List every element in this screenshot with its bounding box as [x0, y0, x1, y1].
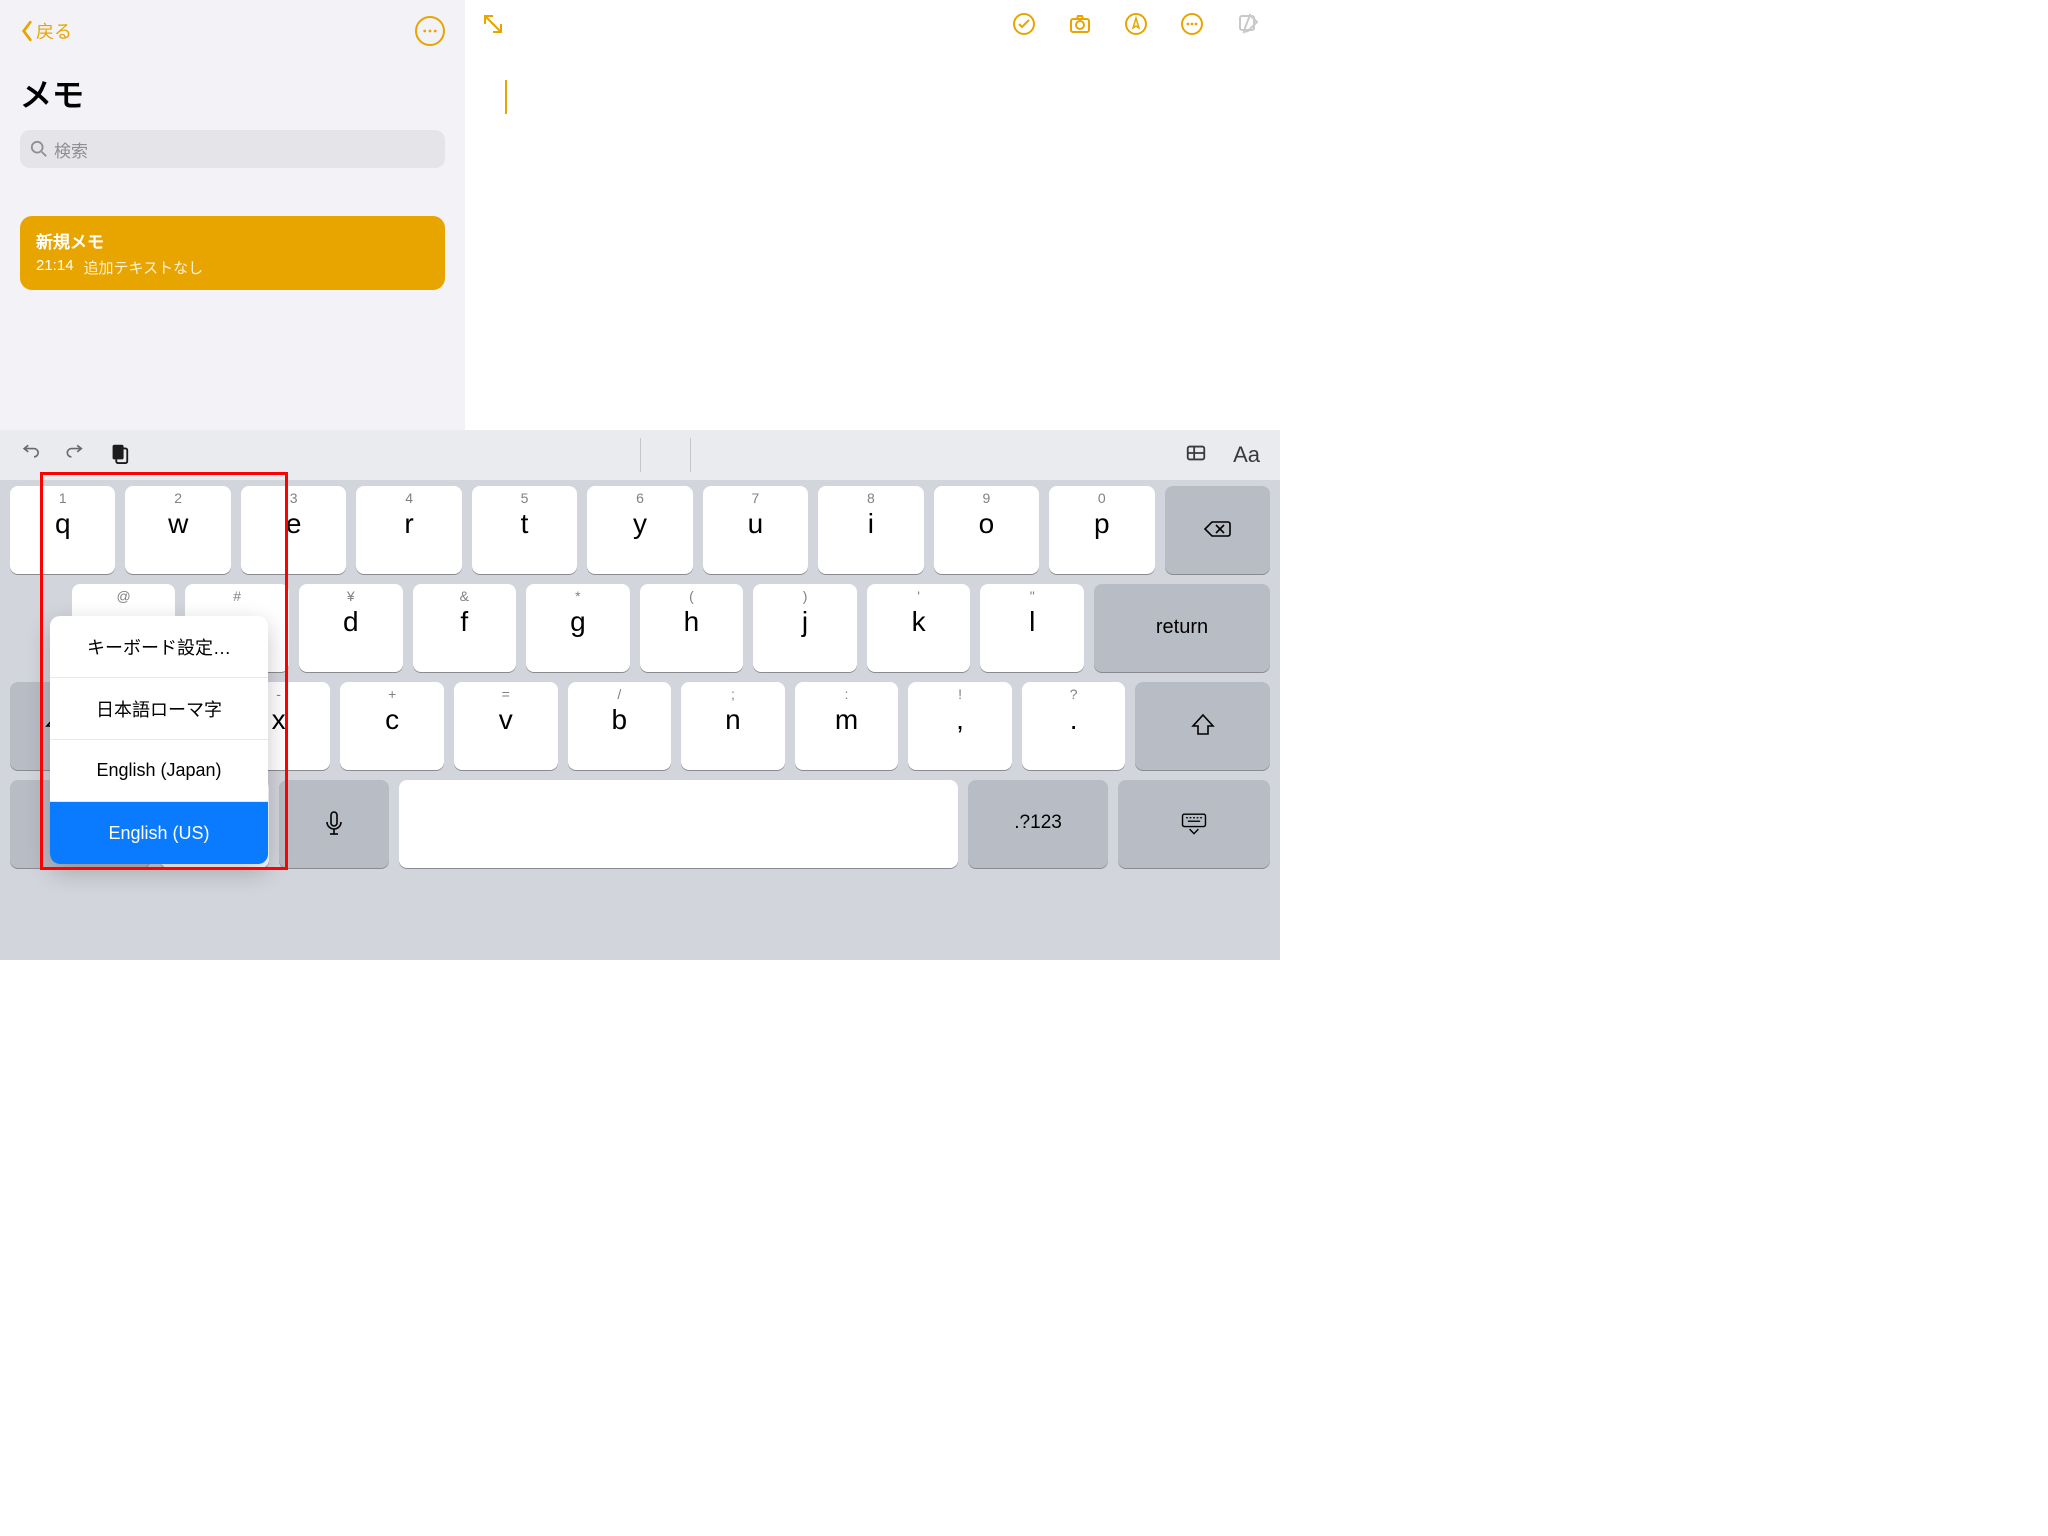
shift-icon — [1188, 710, 1218, 740]
key-q[interactable]: 1q — [10, 486, 115, 574]
sidebar-more-button[interactable] — [415, 16, 445, 46]
key-e[interactable]: 3e — [241, 486, 346, 574]
lang-japanese-romaji-item[interactable]: 日本語ローマ字 — [50, 678, 268, 740]
markup-button[interactable] — [1124, 12, 1148, 41]
table-icon — [1185, 442, 1207, 464]
numbers-key-right[interactable]: .?123 — [968, 780, 1108, 868]
compose-icon — [1236, 12, 1260, 36]
chevron-left-icon — [20, 20, 34, 42]
backspace-icon — [1202, 514, 1232, 544]
back-label: 戻る — [36, 18, 72, 44]
key-d[interactable]: ¥d — [299, 584, 403, 672]
return-key[interactable]: return — [1094, 584, 1270, 672]
redo-icon — [64, 442, 86, 464]
key-u[interactable]: 7u — [703, 486, 808, 574]
key-h[interactable]: (h — [640, 584, 744, 672]
ellipsis-circle-icon — [1180, 12, 1204, 36]
key-v[interactable]: =v — [454, 682, 558, 770]
compose-button[interactable] — [1236, 12, 1260, 41]
backspace-key[interactable] — [1165, 486, 1270, 574]
clipboard-icon — [108, 442, 130, 464]
table-button[interactable] — [1185, 442, 1207, 469]
keyboard-settings-item[interactable]: キーボード設定… — [50, 616, 268, 678]
key-o[interactable]: 9o — [934, 486, 1039, 574]
note-time: 21:14 — [36, 257, 74, 278]
camera-button[interactable] — [1068, 12, 1092, 41]
expand-icon — [481, 12, 505, 36]
key-c[interactable]: +c — [340, 682, 444, 770]
text-cursor — [505, 80, 507, 114]
key-,[interactable]: !, — [908, 682, 1012, 770]
dismiss-keyboard-key[interactable] — [1118, 780, 1270, 868]
back-button[interactable]: 戻る — [20, 18, 72, 44]
key-r[interactable]: 4r — [356, 486, 461, 574]
key-i[interactable]: 8i — [818, 486, 923, 574]
undo-button[interactable] — [20, 442, 42, 469]
key-f[interactable]: &f — [413, 584, 517, 672]
search-icon — [30, 140, 48, 158]
note-subtitle: 追加テキストなし — [84, 257, 204, 278]
space-key[interactable] — [399, 780, 958, 868]
pen-circle-icon — [1124, 12, 1148, 36]
key-.[interactable]: ?. — [1022, 682, 1126, 770]
key-b[interactable]: /b — [568, 682, 672, 770]
key-y[interactable]: 6y — [587, 486, 692, 574]
format-button[interactable]: Aa — [1233, 442, 1260, 468]
key-w[interactable]: 2w — [125, 486, 230, 574]
redo-button[interactable] — [64, 442, 86, 469]
search-placeholder: 検索 — [54, 137, 88, 162]
key-n[interactable]: ;n — [681, 682, 785, 770]
lang-english-japan-item[interactable]: English (Japan) — [50, 740, 268, 802]
key-l[interactable]: "l — [980, 584, 1084, 672]
key-p[interactable]: 0p — [1049, 486, 1154, 574]
ellipsis-icon — [423, 29, 437, 33]
search-input[interactable]: 検索 — [20, 130, 445, 168]
clipboard-button[interactable] — [108, 442, 130, 469]
checklist-button[interactable] — [1012, 12, 1036, 41]
key-j[interactable]: )j — [753, 584, 857, 672]
note-list-item[interactable]: 新規メモ 21:14 追加テキストなし — [20, 216, 445, 290]
keyboard-dismiss-icon — [1179, 808, 1209, 838]
shift-key[interactable] — [1135, 682, 1270, 770]
lang-english-us-item[interactable]: English (US) — [50, 802, 268, 864]
language-menu: キーボード設定… 日本語ローマ字 English (Japan) English… — [50, 616, 268, 864]
camera-icon — [1068, 12, 1092, 36]
check-circle-icon — [1012, 12, 1036, 36]
expand-button[interactable] — [481, 12, 505, 41]
note-title: 新規メモ — [36, 228, 429, 253]
dictation-key[interactable] — [279, 780, 388, 868]
key-t[interactable]: 5t — [472, 486, 577, 574]
key-g[interactable]: *g — [526, 584, 630, 672]
editor-more-button[interactable] — [1180, 12, 1204, 41]
microphone-icon — [319, 808, 349, 838]
key-m[interactable]: :m — [795, 682, 899, 770]
undo-icon — [20, 442, 42, 464]
key-k[interactable]: 'k — [867, 584, 971, 672]
page-title: メモ — [20, 70, 445, 116]
